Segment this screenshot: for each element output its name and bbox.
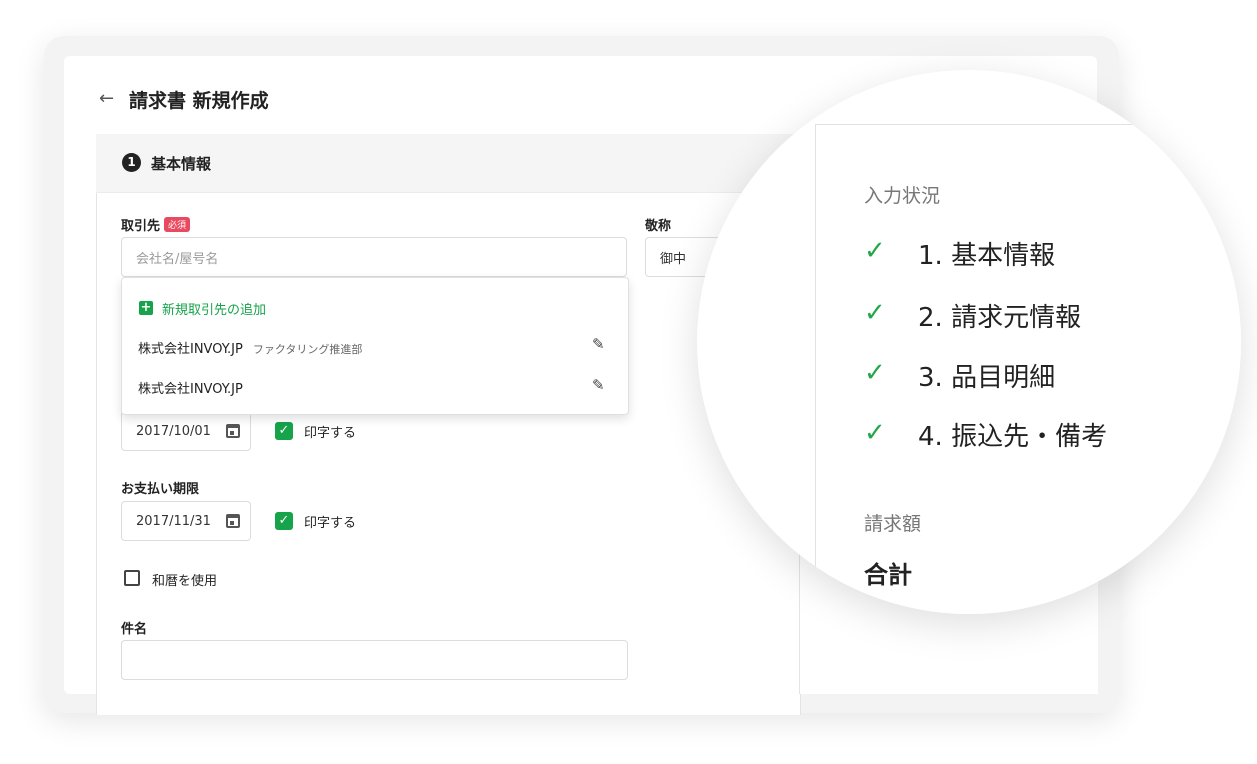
required-badge: 必須	[164, 217, 191, 232]
wareki-label: 和暦を使用	[152, 574, 218, 589]
total-label: 合計	[864, 561, 912, 589]
client-placeholder: 会社名/屋号名	[136, 251, 219, 267]
check-icon: ✓	[864, 358, 886, 388]
page-title: 請求書 新規作成	[129, 90, 269, 112]
plus-icon[interactable]: +	[139, 301, 153, 315]
honorific-value: 御中	[660, 251, 687, 267]
due-date-label: お支払い期限	[121, 482, 200, 497]
due-date-input[interactable]: 2017/11/31	[121, 501, 251, 541]
check-icon: ✓	[864, 236, 886, 266]
input-status-heading: 入力状況	[864, 185, 941, 207]
issue-date-print-checkbox[interactable]: ✓	[275, 422, 293, 440]
status-step-3[interactable]: 3. 品目明細	[918, 357, 1055, 394]
calendar-icon[interactable]	[226, 424, 240, 438]
dropdown-item-2-name: 株式会社INVOY.JP	[138, 382, 243, 397]
status-step-4[interactable]: 4. 振込先・備考	[918, 416, 1107, 453]
client-label-text: 取引先	[121, 219, 161, 234]
status-step-2[interactable]: 2. 請求元情報	[918, 297, 1081, 334]
edit-pencil-icon[interactable]: ✎	[592, 376, 605, 394]
dropdown-item-1[interactable]: 株式会社INVOY.JP ファクタリング推進部	[138, 338, 362, 357]
issue-date-value: 2017/10/01	[136, 423, 211, 439]
issue-date-print-label: 印字する	[304, 426, 357, 441]
billing-amount-heading: 請求額	[864, 513, 922, 535]
dropdown-item-2[interactable]: 株式会社INVOY.JP	[138, 378, 243, 397]
honorific-label: 敬称	[645, 219, 672, 234]
wareki-checkbox[interactable]	[124, 570, 140, 586]
client-label: 取引先 必須	[121, 215, 191, 234]
magnifier-content	[697, 70, 1241, 614]
subject-label: 件名	[121, 622, 148, 637]
section-number-badge: 1	[122, 153, 141, 172]
status-step-1[interactable]: 1. 基本情報	[918, 235, 1055, 272]
due-date-value: 2017/11/31	[136, 513, 211, 529]
dropdown-item-1-name: 株式会社INVOY.JP	[138, 342, 243, 357]
issue-date-input[interactable]: 2017/10/01	[121, 411, 251, 451]
due-date-print-label: 印字する	[304, 516, 357, 531]
client-input[interactable]: 会社名/屋号名	[121, 237, 627, 277]
edit-pencil-icon[interactable]: ✎	[592, 335, 605, 353]
due-date-print-checkbox[interactable]: ✓	[275, 512, 293, 530]
section-title: 基本情報	[151, 155, 212, 173]
back-arrow-icon[interactable]: ←	[99, 88, 114, 109]
check-icon: ✓	[864, 298, 886, 328]
add-client-link[interactable]: 新規取引先の追加	[162, 299, 266, 318]
subject-input[interactable]	[121, 640, 628, 680]
calendar-icon[interactable]	[226, 514, 240, 528]
dropdown-item-1-dept: ファクタリング推進部	[252, 343, 363, 356]
check-icon: ✓	[864, 418, 886, 448]
